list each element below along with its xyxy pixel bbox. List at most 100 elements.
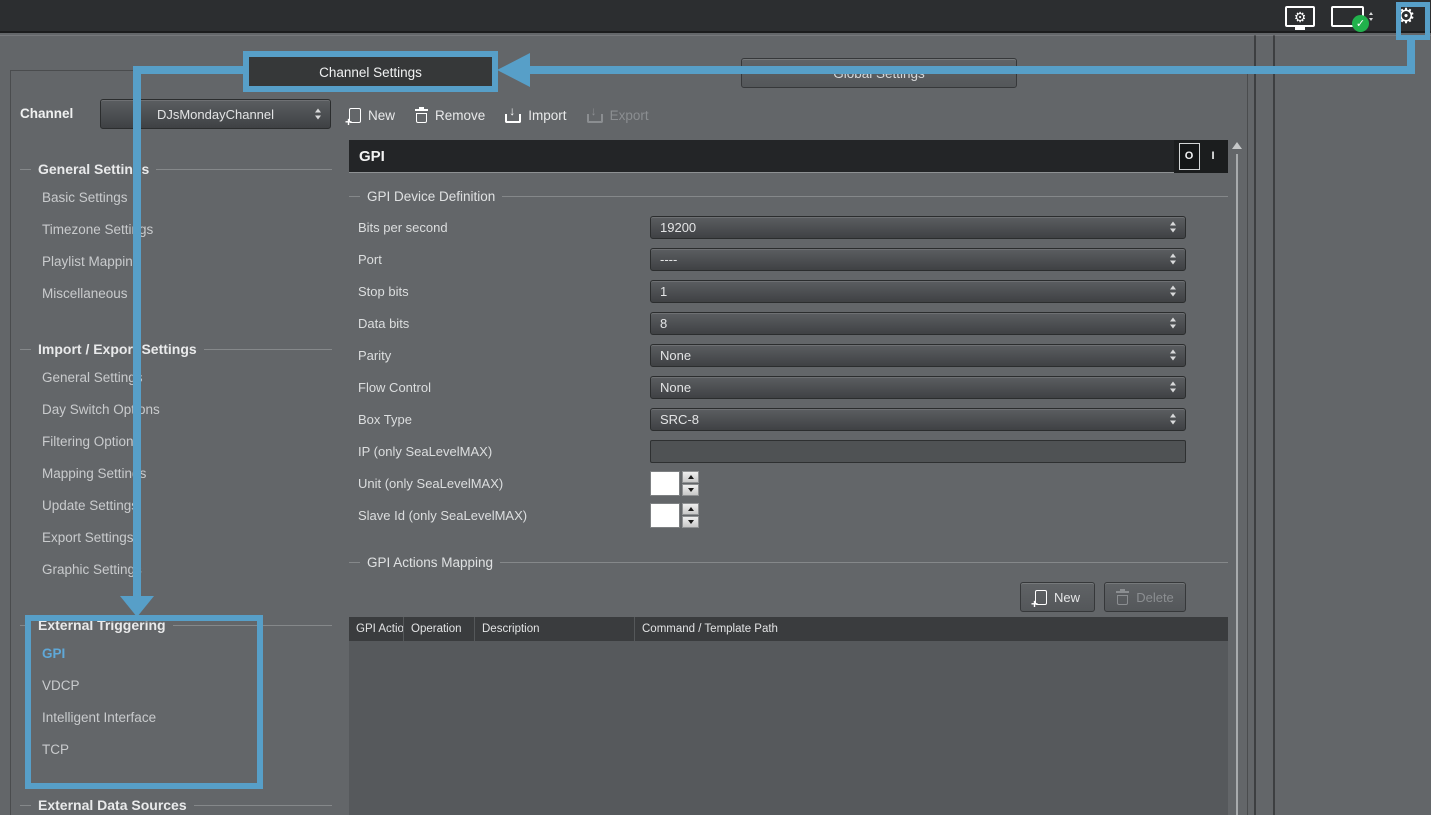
status-ok-badge: ✓ xyxy=(1352,15,1369,32)
sidebar-group: General SettingsBasic SettingsTimezone S… xyxy=(20,156,332,310)
field-label: Unit (only SeaLevelMAX) xyxy=(349,476,650,491)
trash-icon xyxy=(415,107,428,124)
scrollbar-up-arrow[interactable] xyxy=(1232,142,1242,149)
dropdown-value: ---- xyxy=(651,252,677,267)
up-triangle xyxy=(1170,350,1176,354)
field-label: Slave Id (only SeaLevelMAX) xyxy=(349,508,650,523)
spinner-down-button[interactable] xyxy=(682,516,699,528)
monitor-stand xyxy=(1295,27,1305,30)
annotation-box-channel-settings xyxy=(243,51,498,92)
field-dropdown[interactable]: 8 xyxy=(650,312,1186,335)
new-action-button[interactable]: + New xyxy=(1020,582,1095,612)
form-row: Port---- xyxy=(349,243,1228,275)
display-status-icon[interactable]: ✓ xyxy=(1331,6,1364,27)
field-dropdown[interactable]: None xyxy=(650,376,1186,399)
down-triangle xyxy=(1170,261,1176,265)
new-label: New xyxy=(368,108,395,123)
up-triangle xyxy=(1170,318,1176,322)
new-channel-button[interactable]: + New xyxy=(349,108,395,123)
sidebar-item-basic-settings[interactable]: Basic Settings xyxy=(20,182,332,214)
sidebar-item-update-settings[interactable]: Update Settings xyxy=(20,490,332,522)
spinner-input[interactable] xyxy=(650,471,680,496)
sidebar-item-graphic-settings[interactable]: Graphic Settings xyxy=(20,554,332,586)
spinner-input[interactable] xyxy=(650,503,680,528)
device-definition-form: Bits per second19200Port----Stop bits1Da… xyxy=(349,211,1228,531)
display-settings-icon[interactable]: ⚙ xyxy=(1285,6,1315,27)
field-dropdown[interactable]: 19200 xyxy=(650,216,1186,239)
down-triangle xyxy=(1170,293,1176,297)
sidebar-item-mapping-settings[interactable]: Mapping Settings xyxy=(20,458,332,490)
up-triangle xyxy=(688,475,694,479)
field-dropdown[interactable]: ---- xyxy=(650,248,1186,271)
dropdown-arrows-icon xyxy=(1170,414,1176,425)
field-text-input[interactable] xyxy=(650,440,1186,463)
dropdown-value: 19200 xyxy=(651,220,696,235)
sidebar-group: Import / Export SettingsGeneral Settings… xyxy=(20,336,332,586)
export-icon: ↓ xyxy=(587,107,603,123)
sidebar-item-general-settings[interactable]: General Settings xyxy=(20,362,332,394)
page-title: GPI xyxy=(349,148,1174,165)
toggle-on-option[interactable]: I xyxy=(1203,143,1224,170)
field-dropdown[interactable]: 1 xyxy=(650,280,1186,303)
dropdown-arrows-icon xyxy=(1170,222,1176,233)
export-channel-button[interactable]: ↓ Export xyxy=(587,107,649,123)
annotation-line xyxy=(529,66,1415,74)
field-label: Port xyxy=(349,252,650,267)
import-channel-button[interactable]: ↓ Import xyxy=(505,107,566,123)
form-row: Box TypeSRC-8 xyxy=(349,403,1228,435)
spinner-up-button[interactable] xyxy=(682,471,699,483)
dropdown-arrows-icon xyxy=(1170,286,1176,297)
column-header: Operation xyxy=(404,617,475,641)
channel-toolbar: + New Remove ↓ Import ↓ Export xyxy=(349,100,649,130)
gpi-enable-toggle[interactable]: O I xyxy=(1174,140,1228,173)
import-label: Import xyxy=(528,108,566,123)
sidebar-item-day-switch-options[interactable]: Day Switch Options xyxy=(20,394,332,426)
field-label: Data bits xyxy=(349,316,650,331)
sidebar-group-header: General Settings xyxy=(20,156,332,182)
trash-icon xyxy=(1116,589,1129,606)
up-triangle xyxy=(1170,222,1176,226)
up-triangle xyxy=(1170,286,1176,290)
channel-label: Channel xyxy=(20,106,73,121)
delete-label: Delete xyxy=(1136,590,1174,605)
spinner-up-button[interactable] xyxy=(682,503,699,515)
annotation-line xyxy=(133,66,141,598)
sidebar-group: External Data Sources xyxy=(20,792,332,815)
sidebar-item-miscellaneous[interactable]: Miscellaneous xyxy=(20,278,332,310)
sidebar-group-title: External Data Sources xyxy=(38,797,187,813)
field-label: Flow Control xyxy=(349,380,650,395)
delete-action-button[interactable]: Delete xyxy=(1104,582,1186,612)
group-header-actions-mapping: GPI Actions Mapping xyxy=(349,551,1228,573)
scrollbar-thumb[interactable] xyxy=(1236,154,1238,815)
form-row: Slave Id (only SeaLevelMAX) xyxy=(349,499,1228,531)
sidebar-item-filtering-options[interactable]: Filtering Options xyxy=(20,426,332,458)
sidebar-group-header: Import / Export Settings xyxy=(20,336,332,362)
spinner-down-button[interactable] xyxy=(682,484,699,496)
group-title: GPI Device Definition xyxy=(367,189,495,204)
group-title: GPI Actions Mapping xyxy=(367,555,493,570)
down-triangle xyxy=(688,488,694,492)
up-triangle xyxy=(1170,382,1176,386)
actions-table-body[interactable] xyxy=(349,641,1228,815)
remove-label: Remove xyxy=(435,108,485,123)
field-label: Bits per second xyxy=(349,220,650,235)
spinner-arrows-icon[interactable] xyxy=(1369,12,1373,21)
field-dropdown[interactable]: None xyxy=(650,344,1186,367)
sidebar-item-playlist-mapping[interactable]: Playlist Mapping xyxy=(20,246,332,278)
remove-channel-button[interactable]: Remove xyxy=(415,107,485,124)
group-line xyxy=(156,169,332,170)
field-spinner[interactable] xyxy=(650,471,699,496)
new-document-icon: + xyxy=(349,108,361,123)
down-triangle xyxy=(1170,389,1176,393)
sidebar-item-timezone-settings[interactable]: Timezone Settings xyxy=(20,214,332,246)
sidebar-item-export-settings[interactable]: Export Settings xyxy=(20,522,332,554)
field-spinner[interactable] xyxy=(650,503,699,528)
new-label: New xyxy=(1054,590,1080,605)
group-dash xyxy=(20,349,31,350)
toggle-off-option[interactable]: O xyxy=(1179,143,1200,170)
annotation-box-gear xyxy=(1396,2,1430,40)
annotation-arrowhead-down xyxy=(120,596,154,617)
field-dropdown[interactable]: SRC-8 xyxy=(650,408,1186,431)
form-row: Flow ControlNone xyxy=(349,371,1228,403)
gpi-section-header: GPI O I xyxy=(349,140,1228,173)
